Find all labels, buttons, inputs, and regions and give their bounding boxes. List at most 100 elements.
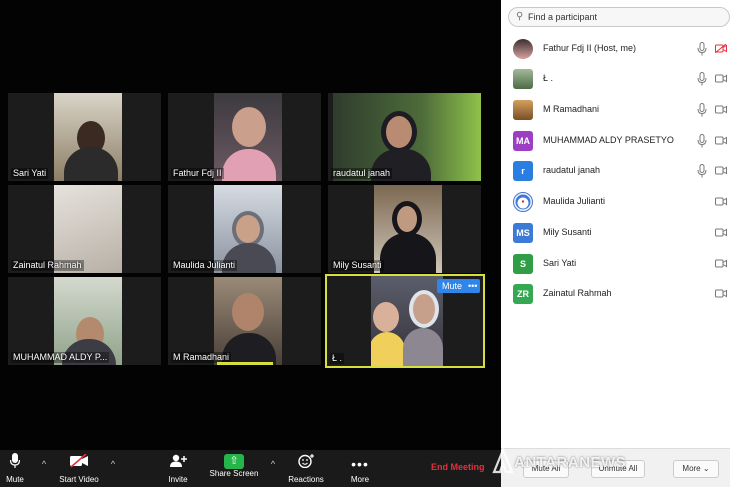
video-tile-sari-yati[interactable]: Sari Yati <box>8 93 161 181</box>
participant-video <box>214 93 282 181</box>
doraemon-avatar-icon <box>515 194 531 210</box>
mute-all-button[interactable]: Mute All <box>523 460 569 478</box>
reactions-button[interactable]: Reactions <box>285 450 327 487</box>
start-video-label: Start Video <box>59 475 99 484</box>
avatar: MS <box>513 223 533 243</box>
microphone-icon <box>0 453 30 475</box>
video-tile-mily[interactable]: Mily Susanti <box>328 185 481 273</box>
participant-name: raudatul janah <box>543 165 601 175</box>
video-off-icon[interactable] <box>715 44 727 53</box>
participant-name: M Ramadhani <box>543 104 600 114</box>
video-tile-active-speaker[interactable]: Mute ••• Ł . <box>325 274 485 368</box>
participant-search[interactable]: ⚲ <box>508 7 730 27</box>
microphone-icon[interactable] <box>697 134 707 148</box>
more-label: More <box>350 475 370 484</box>
avatar: ZR <box>513 284 533 304</box>
participant-video <box>54 93 122 181</box>
video-icon[interactable] <box>715 259 727 268</box>
meeting-toolbar: Mute ^ Start Video ^ Invite ⇧ Share Scre… <box>0 450 501 487</box>
tile-name-label: raudatul janah <box>331 168 393 179</box>
microphone-icon[interactable] <box>697 42 707 56</box>
microphone-icon[interactable] <box>697 103 707 117</box>
chevron-down-icon: ⌄ <box>702 464 710 473</box>
participant-video <box>374 185 442 273</box>
ellipsis-icon: ••• <box>351 456 369 472</box>
unmute-all-button[interactable]: Unmute All <box>591 460 645 478</box>
tile-name-label: Sari Yati <box>11 168 49 179</box>
participant-name: Fathur Fdj II (Host, me) <box>543 43 637 53</box>
video-tile-maulida[interactable]: Maulida Julianti <box>168 185 321 273</box>
video-icon[interactable] <box>715 197 727 206</box>
participant-name: Mily Susanti <box>543 227 592 237</box>
video-tile-zainatul[interactable]: Zainatul Rahmah <box>8 185 161 273</box>
video-icon[interactable] <box>715 289 727 298</box>
participant-row[interactable]: Fathur Fdj II (Host, me) <box>501 35 730 63</box>
share-screen-icon: ⇧ <box>224 454 244 469</box>
tile-mute-button[interactable]: Mute <box>437 279 468 293</box>
tile-more-button[interactable]: ••• <box>465 279 481 293</box>
participant-row[interactable]: ZR Zainatul Rahmah <box>501 280 730 308</box>
share-options-chevron-icon[interactable]: ^ <box>268 459 278 469</box>
video-options-chevron-icon[interactable]: ^ <box>108 459 118 469</box>
tile-name-label: Maulida Julianti <box>171 260 238 271</box>
participant-name: Maulida Julianti <box>543 196 606 206</box>
more-button[interactable]: ••• More <box>344 450 376 487</box>
avatar <box>513 100 533 120</box>
video-icon[interactable] <box>715 166 727 175</box>
participant-name: MUHAMMAD ALDY PRASETYO <box>543 135 674 145</box>
video-tile-fathur[interactable]: Fathur Fdj II <box>168 93 321 181</box>
participant-row[interactable]: Ł . <box>501 65 730 93</box>
search-input[interactable] <box>528 10 723 24</box>
tile-name-label: MUHAMMAD ALDY P... <box>11 352 110 363</box>
reactions-label: Reactions <box>288 475 324 484</box>
panel-more-label: More <box>682 464 701 473</box>
video-icon[interactable] <box>715 136 727 145</box>
panel-more-button[interactable]: More ⌄ <box>673 460 719 478</box>
emoji-add-icon <box>285 453 327 475</box>
tile-name-label: Mily Susanti <box>331 260 384 271</box>
video-icon[interactable] <box>715 105 727 114</box>
invite-button[interactable]: Invite <box>162 450 194 487</box>
avatar <box>513 39 533 59</box>
participant-row[interactable]: M Ramadhani <box>501 96 730 124</box>
share-screen-label: Share Screen <box>209 469 259 478</box>
avatar: S <box>513 254 533 274</box>
participant-video <box>371 276 443 366</box>
invite-label: Invite <box>168 475 188 484</box>
avatar: MA <box>513 131 533 151</box>
add-person-icon <box>162 453 194 475</box>
participant-name: Zainatul Rahmah <box>543 288 612 298</box>
participant-row[interactable]: S Sari Yati <box>501 250 730 278</box>
avatar: r <box>513 161 533 181</box>
search-icon: ⚲ <box>516 11 524 22</box>
video-icon[interactable] <box>715 228 727 237</box>
video-tile-m-ramadhani[interactable]: M Ramadhani <box>168 277 321 365</box>
tile-name-label: Zainatul Rahmah <box>11 260 84 271</box>
video-icon[interactable] <box>715 74 727 83</box>
speaking-indicator <box>217 362 273 365</box>
share-screen-button[interactable]: ⇧ Share Screen <box>206 450 262 487</box>
video-off-icon <box>54 453 104 475</box>
avatar <box>513 192 533 212</box>
microphone-icon[interactable] <box>697 72 707 86</box>
participant-name: Sari Yati <box>543 258 577 268</box>
microphone-icon[interactable] <box>697 164 707 178</box>
video-tile-raudatul[interactable]: raudatul janah <box>328 93 481 181</box>
participant-name: Ł . <box>543 73 554 83</box>
mute-button[interactable]: Mute <box>0 450 30 487</box>
participants-panel: ⚲ Fathur Fdj II (Host, me) Ł . M Ramadha… <box>501 0 730 487</box>
tile-name-label: Fathur Fdj II <box>171 168 224 179</box>
avatar <box>513 69 533 89</box>
video-tile-muhammad-aldy[interactable]: MUHAMMAD ALDY P... <box>8 277 161 365</box>
participant-row[interactable]: MA MUHAMMAD ALDY PRASETYO <box>501 127 730 155</box>
audio-options-chevron-icon[interactable]: ^ <box>39 459 49 469</box>
mute-label: Mute <box>6 475 24 484</box>
participants-footer: Mute All Unmute All More ⌄ <box>501 448 730 487</box>
participant-row[interactable]: Maulida Julianti <box>501 188 730 216</box>
participant-row[interactable]: r raudatul janah <box>501 157 730 185</box>
tile-name-label: Ł . <box>330 353 345 364</box>
participant-row[interactable]: MS Mily Susanti <box>501 219 730 247</box>
video-gallery: Sari Yati Fathur Fdj II raudatul janah Z… <box>0 0 501 450</box>
end-meeting-button[interactable]: End Meeting <box>431 462 485 472</box>
start-video-button[interactable]: Start Video <box>54 450 104 487</box>
